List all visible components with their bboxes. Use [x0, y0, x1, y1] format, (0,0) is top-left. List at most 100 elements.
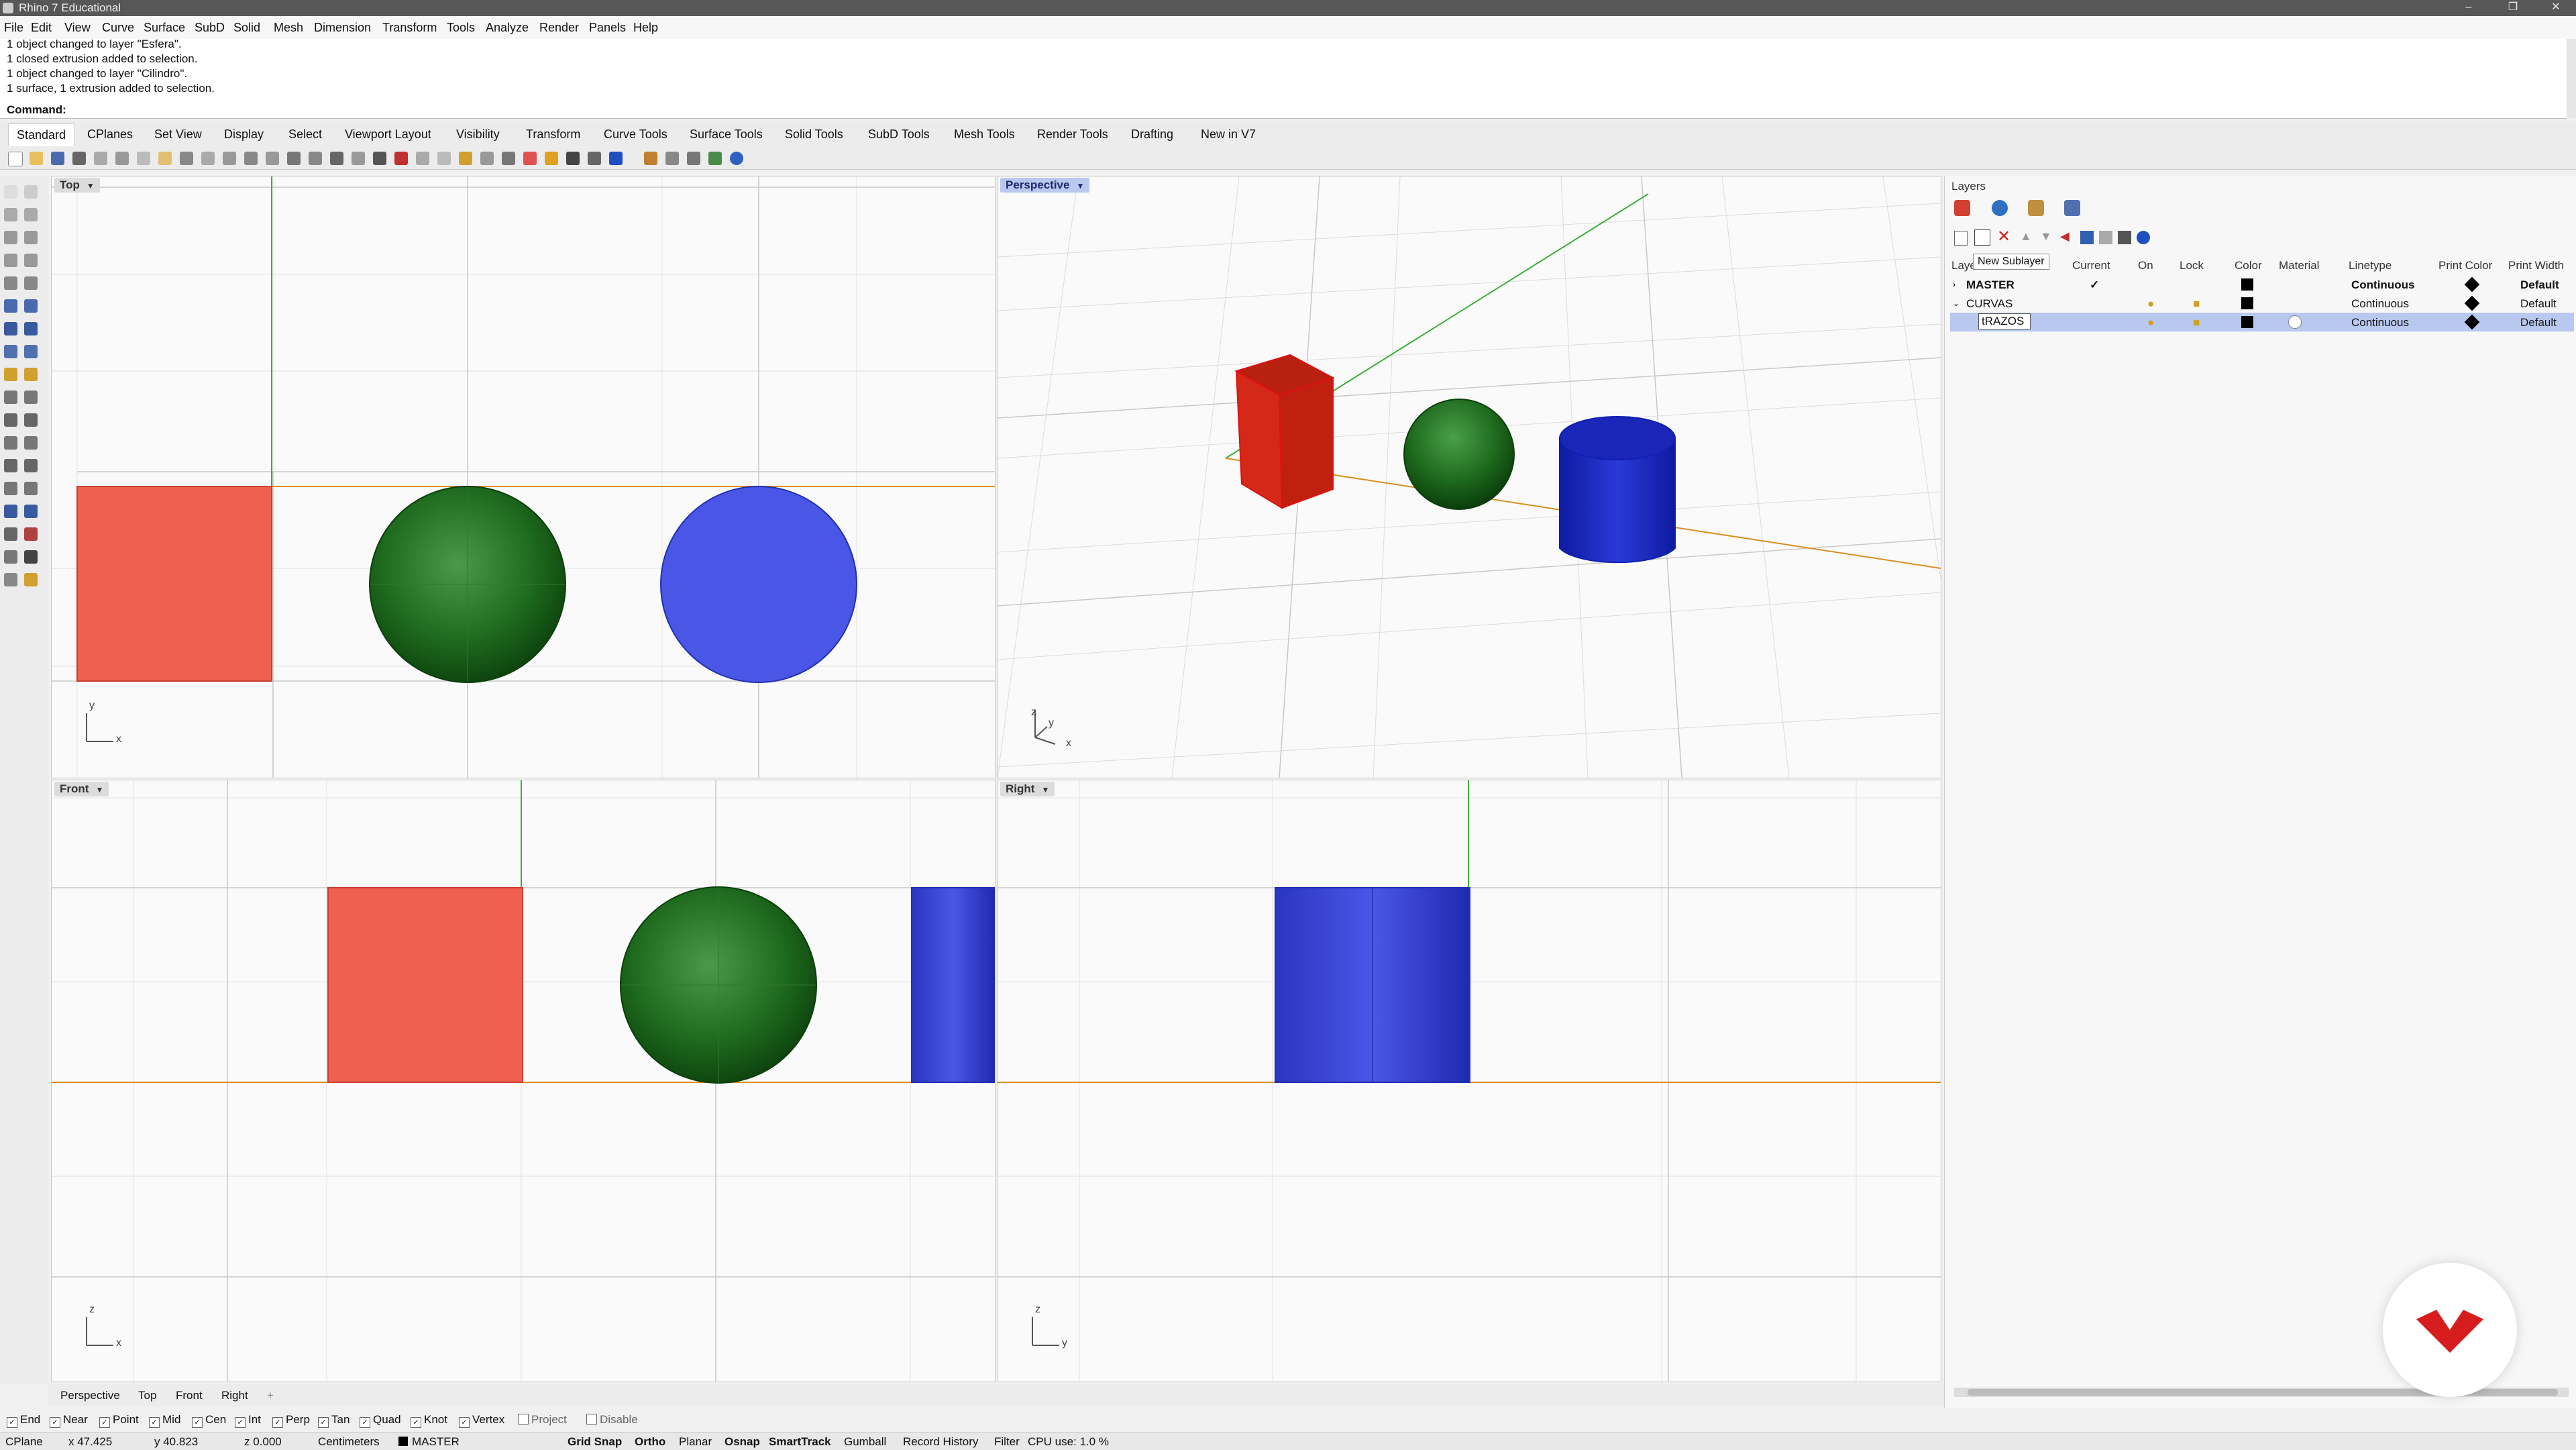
text-icon[interactable]: [644, 152, 657, 165]
layer-print-width[interactable]: Default: [2520, 316, 2557, 329]
menu-solid[interactable]: Solid: [233, 21, 260, 35]
history-scrollbar[interactable]: [2567, 39, 2576, 118]
offset-icon[interactable]: [4, 436, 17, 450]
osnap-vertex[interactable]: ✓ Vertex: [459, 1413, 504, 1428]
four-viewports-icon[interactable]: [330, 152, 343, 165]
dropdown-arrow-icon[interactable]: ▼: [1041, 785, 1049, 794]
tab-render-tools[interactable]: Render Tools: [1037, 127, 1108, 142]
tab-curve-tools[interactable]: Curve Tools: [604, 127, 667, 142]
osnap-tan[interactable]: ✓ Tan: [318, 1413, 350, 1428]
pan-icon[interactable]: [201, 152, 215, 165]
col-lock[interactable]: Lock: [2180, 259, 2204, 272]
layer-name-edit[interactable]: tRAZOS: [1978, 313, 2031, 329]
lightbulb-on-icon[interactable]: ●: [2147, 316, 2154, 329]
units-label[interactable]: Centimeters: [318, 1435, 380, 1449]
select-icon[interactable]: [416, 152, 429, 165]
layer-tools-icon[interactable]: [2099, 231, 2112, 244]
padlock-unlocked-icon[interactable]: ■: [2193, 297, 2200, 311]
cplane-label[interactable]: CPlane: [5, 1435, 43, 1449]
dropdown-arrow-icon[interactable]: ▼: [95, 785, 103, 794]
print-color-swatch[interactable]: [2464, 276, 2480, 293]
move-down-icon[interactable]: ▼: [2040, 229, 2052, 244]
move-parent-icon[interactable]: ◀: [2060, 229, 2070, 244]
viewport-front[interactable]: z x Front ▼: [51, 780, 996, 1382]
circle-icon[interactable]: [4, 231, 17, 244]
arc-icon[interactable]: [24, 231, 38, 244]
grid-icon[interactable]: [373, 152, 386, 165]
collapse-icon[interactable]: ⌄: [1953, 299, 1960, 308]
tab-drafting[interactable]: Drafting: [1131, 127, 1173, 142]
solid-box-icon[interactable]: [4, 322, 17, 335]
tab-viewport-layout[interactable]: Viewport Layout: [345, 127, 431, 142]
shaded-icon[interactable]: [566, 152, 580, 165]
print-color-swatch[interactable]: [2464, 295, 2480, 311]
vp-tab-perspective[interactable]: Perspective: [60, 1389, 120, 1402]
col-print-width[interactable]: Print Width: [2508, 259, 2564, 272]
col-print-color[interactable]: Print Color: [2438, 259, 2492, 272]
tab-select[interactable]: Select: [288, 127, 322, 142]
rendered-icon[interactable]: [588, 152, 601, 165]
viewport-top[interactable]: y x Top ▼: [51, 176, 996, 778]
options-icon[interactable]: [665, 152, 679, 165]
menu-render[interactable]: Render: [539, 21, 579, 35]
zoom-icon[interactable]: [244, 152, 258, 165]
checkbox-checked-icon[interactable]: ✓: [99, 1417, 110, 1428]
new-file-icon[interactable]: [8, 152, 23, 166]
tab-visibility[interactable]: Visibility: [456, 127, 500, 142]
col-current[interactable]: Current: [2072, 259, 2110, 272]
vp-tab-front[interactable]: Front: [176, 1389, 203, 1402]
save-icon[interactable]: [51, 152, 64, 165]
material-sphere-icon[interactable]: [2288, 315, 2302, 329]
new-sublayer-icon[interactable]: [1974, 229, 1990, 246]
import-icon[interactable]: [94, 152, 107, 165]
mode-gumball[interactable]: Gumball: [844, 1435, 886, 1449]
gumball-icon[interactable]: [24, 527, 38, 541]
layer-linetype[interactable]: Continuous: [2351, 297, 2409, 311]
checkbox-checked-icon[interactable]: ✓: [272, 1417, 283, 1428]
surface-icon[interactable]: [4, 299, 17, 313]
tab-surface-tools[interactable]: Surface Tools: [690, 127, 763, 142]
menu-edit[interactable]: Edit: [31, 21, 52, 35]
materials-tab-icon[interactable]: [2028, 200, 2044, 216]
zoom-selected-icon[interactable]: [309, 152, 322, 165]
checkbox-checked-icon[interactable]: ✓: [149, 1417, 160, 1428]
help-icon[interactable]: [2137, 231, 2150, 244]
paste-icon[interactable]: [158, 152, 172, 165]
checkbox-checked-icon[interactable]: ✓: [192, 1417, 203, 1428]
layer-linetype[interactable]: Continuous: [2351, 278, 2414, 292]
block-icon[interactable]: [4, 550, 17, 564]
lock-icon[interactable]: [502, 152, 515, 165]
display-tab-icon[interactable]: [2064, 200, 2080, 216]
move-up-icon[interactable]: ▲: [2020, 229, 2032, 244]
osnap-knot[interactable]: ✓ Knot: [411, 1413, 447, 1428]
mode-filter[interactable]: Filter: [994, 1435, 1020, 1449]
osnap-near[interactable]: ✓ Near: [50, 1413, 88, 1428]
zoom-extents-icon[interactable]: [287, 152, 301, 165]
osnap-point[interactable]: ✓ Point: [99, 1413, 139, 1428]
properties-icon[interactable]: [545, 152, 558, 165]
mesh-icon[interactable]: [4, 345, 17, 358]
check-icon[interactable]: [24, 550, 38, 564]
restore-button[interactable]: ❐: [2493, 0, 2533, 16]
freeform-icon[interactable]: [24, 276, 38, 290]
mirror-icon[interactable]: [24, 482, 38, 495]
light-icon[interactable]: [480, 152, 494, 165]
osnap-disable[interactable]: Disable: [586, 1413, 638, 1427]
new-layer-icon[interactable]: [1954, 231, 1968, 246]
rotate-view-icon[interactable]: [223, 152, 236, 165]
menu-subd[interactable]: SubD: [195, 21, 225, 35]
dropdown-arrow-icon[interactable]: ▼: [87, 181, 95, 191]
text-object-icon[interactable]: [4, 459, 17, 472]
solid-tools-icon[interactable]: [24, 322, 38, 335]
array-icon[interactable]: [24, 436, 38, 450]
tab-transform[interactable]: Transform: [526, 127, 580, 142]
dimension-icon[interactable]: [24, 459, 38, 472]
layer-row-curvas[interactable]: ⌄ CURVAS ● ■ Continuous Default: [1950, 294, 2574, 313]
render-settings-icon[interactable]: [4, 573, 17, 586]
fillet-icon[interactable]: [24, 368, 38, 381]
mode-osnap[interactable]: Osnap: [724, 1435, 760, 1449]
polyline-icon[interactable]: [4, 208, 17, 221]
layer-icon[interactable]: [523, 152, 537, 165]
col-color[interactable]: Color: [2235, 259, 2262, 272]
curvature-icon[interactable]: [24, 505, 38, 518]
